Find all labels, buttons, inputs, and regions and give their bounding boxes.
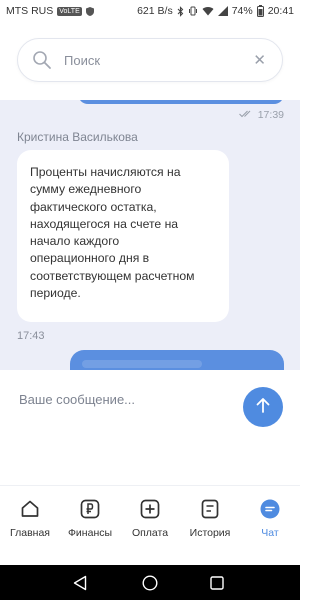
battery-percent: 74% bbox=[231, 5, 253, 17]
wifi-icon bbox=[202, 6, 214, 16]
message-line: операционного дня в bbox=[30, 251, 150, 266]
tab-label: Главная bbox=[10, 527, 50, 539]
home-nav-icon[interactable] bbox=[142, 575, 158, 591]
signal-icon bbox=[217, 6, 228, 16]
history-icon bbox=[200, 499, 220, 519]
plus-icon bbox=[140, 499, 160, 519]
message-composer bbox=[0, 370, 300, 485]
message-line: соответствующем расчетном bbox=[30, 268, 195, 283]
message-line: периоде. bbox=[30, 286, 81, 301]
tab-home[interactable]: Главная bbox=[0, 499, 60, 539]
message-line: сумму ежедневного bbox=[30, 182, 142, 197]
recents-icon[interactable] bbox=[209, 575, 225, 591]
outgoing-message-bubble bbox=[78, 100, 284, 104]
message-line: начало каждого bbox=[30, 234, 120, 249]
tab-chat[interactable]: Чат bbox=[240, 499, 300, 539]
read-checkmarks-icon bbox=[238, 109, 253, 121]
clock: 20:41 bbox=[267, 5, 294, 17]
message-time: 17:43 bbox=[17, 330, 45, 342]
message-line: находящегося на счете на bbox=[30, 216, 179, 231]
volte-badge: VoLTE bbox=[57, 6, 82, 16]
search-header: ✕ bbox=[0, 22, 300, 100]
message-input[interactable] bbox=[17, 388, 231, 410]
send-button[interactable] bbox=[243, 387, 283, 427]
chat-icon bbox=[260, 499, 280, 519]
chat-area[interactable]: 17:39 Кристина Василькова Проценты начис… bbox=[0, 100, 300, 370]
outgoing-message-bubble bbox=[70, 350, 284, 370]
search-bar[interactable]: ✕ bbox=[17, 38, 283, 82]
incoming-message-bubble: Проценты начисляются на сумму ежедневног… bbox=[17, 150, 229, 322]
battery-icon bbox=[256, 5, 264, 17]
clear-icon[interactable]: ✕ bbox=[253, 53, 266, 68]
message-time: 17:39 bbox=[257, 109, 284, 121]
tab-finance[interactable]: Финансы bbox=[60, 499, 120, 539]
carrier-name: MTS RUS bbox=[6, 5, 54, 17]
obscured-text bbox=[82, 360, 202, 368]
search-input[interactable] bbox=[62, 51, 236, 69]
back-icon[interactable] bbox=[72, 575, 88, 591]
search-icon bbox=[32, 50, 52, 70]
tab-history[interactable]: История bbox=[180, 499, 240, 539]
tab-label: Чат bbox=[261, 527, 279, 539]
bluetooth-icon bbox=[177, 5, 184, 17]
network-speed: 621 B/s bbox=[137, 5, 173, 17]
tab-payment[interactable]: Оплата bbox=[120, 499, 180, 539]
system-nav-bar bbox=[0, 565, 300, 600]
ruble-icon bbox=[80, 499, 100, 519]
message-line: фактического остатка, bbox=[30, 199, 157, 214]
tab-label: Оплата bbox=[131, 527, 169, 539]
message-line: Проценты начисляются на bbox=[30, 165, 181, 179]
tab-label: История bbox=[189, 527, 231, 539]
sender-name: Кристина Василькова bbox=[17, 130, 138, 144]
status-bar: MTS RUS VoLTE 621 B/s 74% 20:41 bbox=[0, 0, 300, 22]
home-icon bbox=[20, 499, 40, 519]
arrow-up-icon bbox=[256, 397, 270, 418]
bottom-tab-bar: Главная Финансы Оплата История Чат bbox=[0, 485, 300, 565]
vibrate-icon bbox=[188, 6, 198, 16]
outgoing-message-meta: 17:39 bbox=[238, 109, 284, 121]
shield-icon bbox=[85, 6, 94, 16]
tab-label: Финансы bbox=[67, 527, 113, 539]
